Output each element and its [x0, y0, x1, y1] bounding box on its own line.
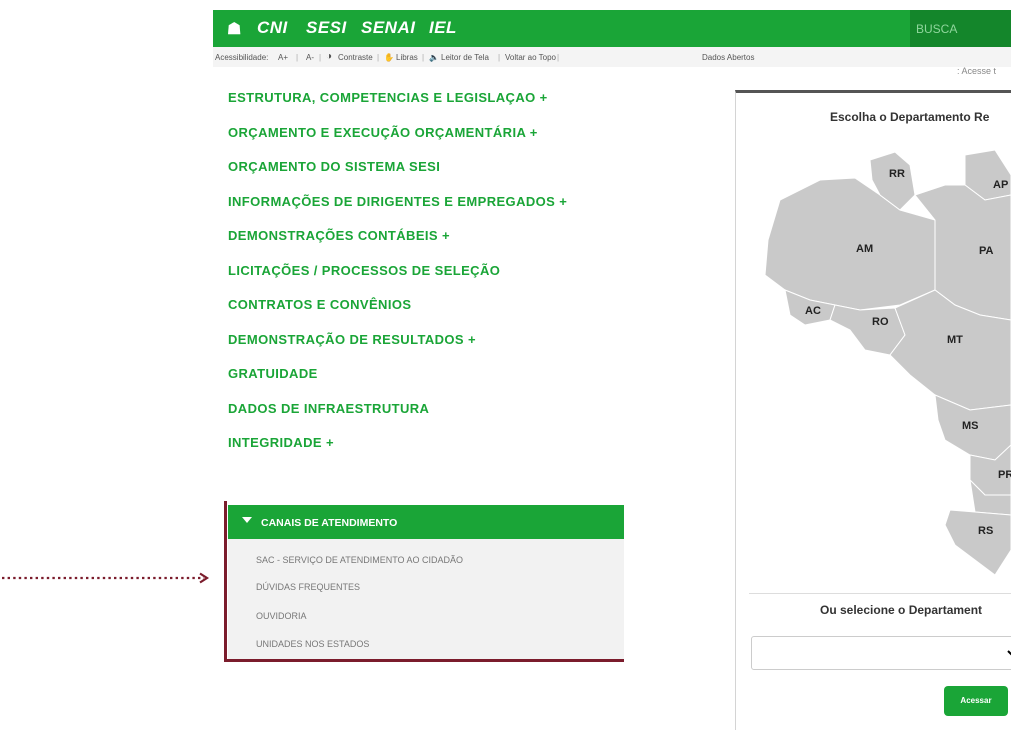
accessibility-label: Acessibilidade:	[215, 53, 269, 62]
map-region-rs[interactable]	[944, 509, 1011, 576]
menu-item[interactable]: GRATUIDADE	[228, 366, 698, 401]
map-label-ms: MS	[962, 420, 979, 432]
menu-item[interactable]: LICITAÇÕES / PROCESSOS DE SELEÇÃO	[228, 263, 698, 298]
map-label-mt: MT	[947, 334, 963, 346]
dotted-arrow-annotation	[2, 572, 210, 584]
contrast-link[interactable]: Contraste	[338, 53, 373, 62]
menu-item[interactable]: ORÇAMENTO DO SISTEMA SESI	[228, 159, 698, 194]
map-label-pa: PA	[979, 245, 994, 257]
choose-department-title: Escolha o Departamento Re	[830, 110, 990, 124]
map-label-ac: AC	[805, 305, 821, 317]
menu-item[interactable]: DEMONSTRAÇÕES CONTÁBEIS +	[228, 228, 698, 263]
font-increase-link[interactable]: A+	[278, 53, 288, 62]
separator: |	[498, 53, 501, 62]
search-box	[910, 10, 1011, 47]
separator: |	[319, 53, 322, 62]
menu-item[interactable]: INFORMAÇÕES DE DIRIGENTES E EMPREGADOS +	[228, 194, 698, 229]
contrast-icon: ◑	[326, 51, 333, 62]
brazil-map: RR AP AM PA AC RO MT MS PR RS	[764, 149, 1011, 576]
menu-item[interactable]: CONTRATOS E CONVÊNIOS	[228, 297, 698, 332]
separator: |	[422, 53, 425, 62]
libras-icon: ✋	[384, 53, 394, 62]
map-label-pr: PR	[998, 469, 1011, 481]
department-select[interactable]	[751, 636, 1011, 670]
map-label-ro: RO	[872, 316, 889, 328]
menu-item[interactable]: DEMONSTRAÇÃO DE RESULTADOS +	[228, 332, 698, 367]
top-navigation-bar: ☗ CNI SESI SENAI IEL	[213, 10, 1011, 47]
menu-item[interactable]: ORÇAMENTO E EXECUÇÃO ORÇAMENTÁRIA +	[228, 125, 698, 160]
menu-item[interactable]: ESTRUTURA, COMPETENCIAS E LEGISLAÇAO +	[228, 90, 698, 125]
back-to-top-link[interactable]: Voltar ao Topo	[505, 53, 556, 62]
brand-link-senai[interactable]: SENAI	[361, 18, 415, 38]
speaker-icon: 🔈	[429, 53, 439, 62]
separator: |	[377, 53, 380, 62]
font-decrease-link[interactable]: A-	[306, 53, 314, 62]
brand-link-sesi[interactable]: SESI	[306, 18, 347, 38]
acesse-text: : Acesse t	[957, 66, 997, 76]
access-button[interactable]: Acessar	[944, 686, 1008, 716]
select-department-title: Ou selecione o Departament	[820, 603, 983, 617]
map-label-rr: RR	[889, 168, 905, 180]
map-label-ap: AP	[993, 179, 1008, 191]
separator: |	[296, 53, 299, 62]
highlight-bracket	[224, 501, 624, 662]
screen-reader-link[interactable]: Leitor de Tela	[441, 53, 489, 62]
transparency-menu: ESTRUTURA, COMPETENCIAS E LEGISLAÇAO + O…	[228, 90, 698, 470]
brand-link-cni[interactable]: CNI	[257, 18, 288, 38]
map-region-ro[interactable]	[829, 304, 906, 356]
brand-link-iel[interactable]: IEL	[429, 18, 457, 38]
search-input[interactable]	[914, 21, 1011, 37]
separator: |	[557, 53, 560, 62]
home-icon[interactable]: ☗	[227, 19, 241, 39]
map-label-am: AM	[856, 243, 873, 255]
open-data-link[interactable]: Dados Abertos	[702, 53, 754, 62]
menu-item[interactable]: DADOS DE INFRAESTRUTURA	[228, 401, 698, 436]
libras-link[interactable]: Libras	[396, 53, 418, 62]
menu-item[interactable]: INTEGRIDADE +	[228, 435, 698, 470]
divider	[749, 593, 1011, 594]
map-label-rs: RS	[978, 525, 993, 537]
accessibility-bar: Acessibilidade: A+ | A- | ◑ Contraste | …	[213, 47, 1011, 67]
